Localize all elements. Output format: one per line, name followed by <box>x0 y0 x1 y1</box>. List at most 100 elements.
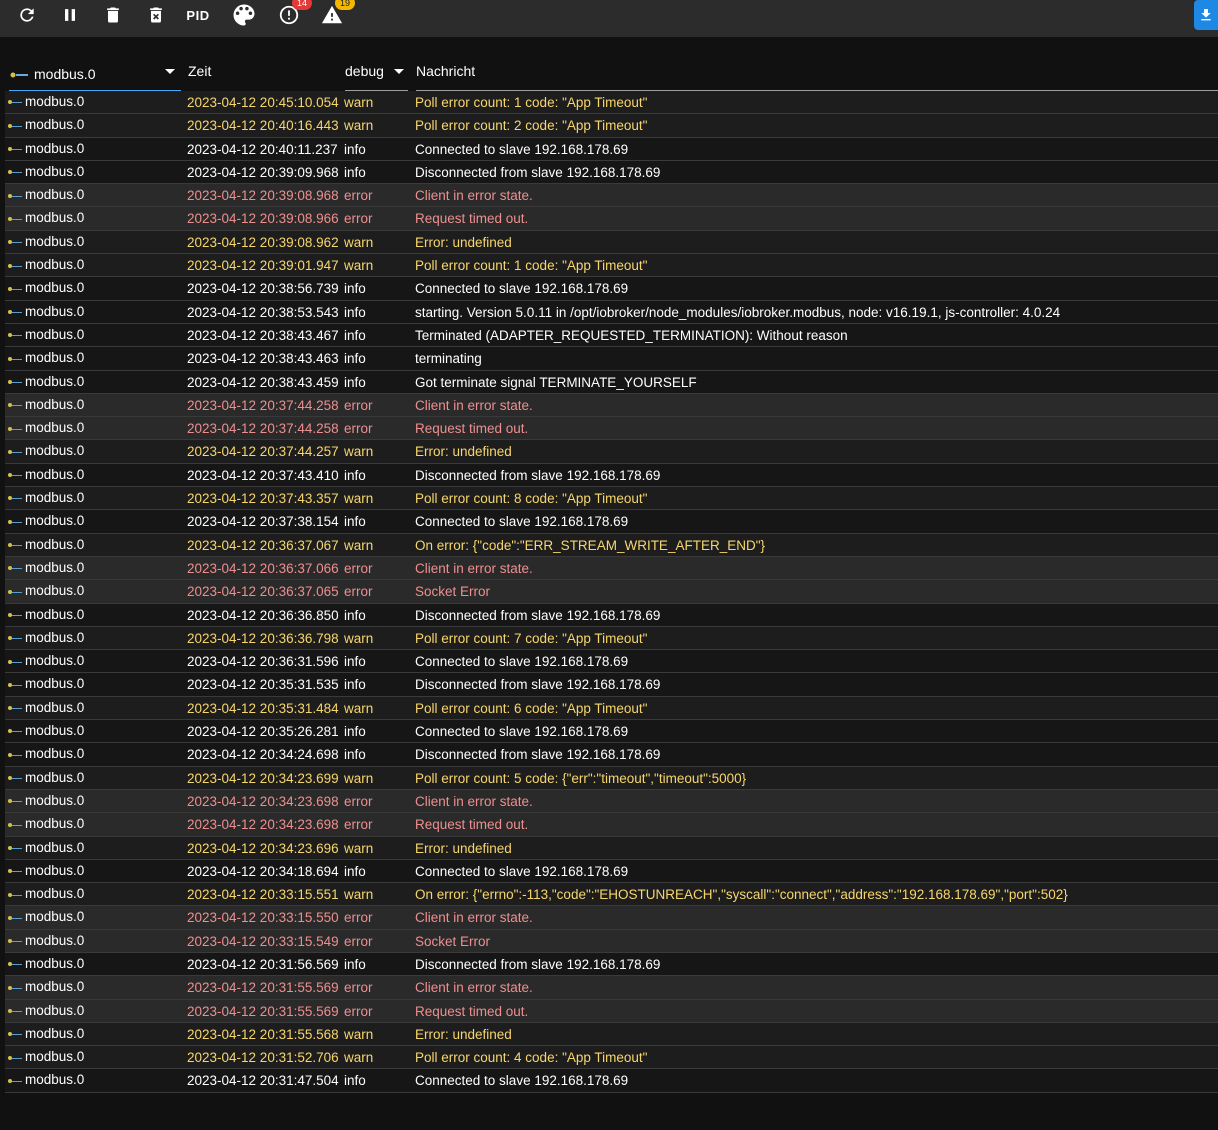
log-message: Terminated (ADAPTER_REQUESTED_TERMINATIO… <box>415 327 848 343</box>
refresh-icon[interactable] <box>14 2 40 28</box>
log-row[interactable]: modbus.0 2023-04-12 20:34:24.698 info Disco… <box>5 743 1218 767</box>
delete-forever-icon[interactable] <box>143 2 169 28</box>
log-severity: info <box>344 654 366 670</box>
log-row[interactable]: modbus.0 2023-04-12 20:34:23.699 warn Poll … <box>5 766 1218 790</box>
pause-icon[interactable] <box>57 2 83 28</box>
log-message: Client in error state. <box>415 793 533 809</box>
log-row[interactable]: modbus.0 2023-04-12 20:36:37.066 error Clie… <box>5 556 1218 581</box>
log-message: Disconnected from slave 192.168.178.69 <box>415 607 661 623</box>
log-severity: error <box>344 421 373 437</box>
log-row[interactable]: modbus.0 2023-04-12 20:38:43.467 info Termi… <box>5 323 1218 348</box>
log-source-label: modbus.0 <box>25 909 85 925</box>
log-time: 2023-04-12 20:37:44.257 <box>187 444 339 460</box>
delete-icon[interactable] <box>100 2 126 28</box>
log-message: Poll error count: 5 code: {"err":"timeou… <box>415 770 747 786</box>
error-filter-button[interactable]: 14 <box>276 0 312 28</box>
log-row[interactable]: modbus.0 2023-04-12 20:33:15.551 warn On er… <box>5 883 1218 907</box>
log-time: 2023-04-12 20:33:15.549 <box>187 933 339 949</box>
warning-filter-button[interactable]: 19 <box>319 0 355 28</box>
log-row[interactable]: modbus.0 2023-04-12 20:35:26.281 info Conne… <box>5 720 1218 744</box>
log-row[interactable]: modbus.0 2023-04-12 20:35:31.535 info Disco… <box>5 673 1218 697</box>
adapter-icon <box>8 752 22 758</box>
log-row[interactable]: modbus.0 2023-04-12 20:37:44.258 error Clie… <box>5 393 1218 418</box>
chevron-down-icon <box>165 69 175 74</box>
log-row[interactable]: modbus.0 2023-04-12 20:31:55.568 warn Error… <box>5 1022 1218 1047</box>
log-row[interactable]: modbus.0 2023-04-12 20:45:10.054 warn Poll … <box>5 91 1218 115</box>
log-row[interactable]: modbus.0 2023-04-12 20:36:31.596 info Conne… <box>5 650 1218 674</box>
log-row[interactable]: modbus.0 2023-04-12 20:37:38.154 info Conne… <box>5 510 1218 534</box>
adapter-logo-icon <box>10 65 28 78</box>
log-time: 2023-04-12 20:37:43.410 <box>187 467 339 483</box>
log-row[interactable]: modbus.0 2023-04-12 20:39:01.947 warn Poll … <box>5 254 1218 278</box>
log-source: modbus.0 <box>8 324 183 347</box>
log-time: 2023-04-12 20:33:15.551 <box>187 887 339 903</box>
log-row[interactable]: modbus.0 2023-04-12 20:39:08.968 error Clie… <box>5 184 1218 208</box>
log-row[interactable]: modbus.0 2023-04-12 20:36:37.065 error Sock… <box>5 580 1218 604</box>
log-row[interactable]: modbus.0 2023-04-12 20:34:23.698 error Requ… <box>5 813 1218 837</box>
log-row[interactable]: modbus.0 2023-04-12 20:39:08.962 warn Error… <box>5 230 1218 255</box>
log-severity: info <box>344 1073 366 1089</box>
log-severity: warn <box>344 840 374 856</box>
log-row[interactable]: modbus.0 2023-04-12 20:36:37.067 warn On er… <box>5 533 1218 557</box>
log-source-label: modbus.0 <box>25 396 85 412</box>
log-row[interactable]: modbus.0 2023-04-12 20:38:53.543 info start… <box>5 300 1218 324</box>
log-time: 2023-04-12 20:34:23.696 <box>187 840 339 856</box>
log-row[interactable]: modbus.0 2023-04-12 20:34:18.694 info Conne… <box>5 859 1218 884</box>
log-row[interactable]: modbus.0 2023-04-12 20:40:11.237 info Conne… <box>5 137 1218 161</box>
log-source: modbus.0 <box>8 1000 183 1023</box>
log-message: Poll error count: 1 code: "App Timeout" <box>415 258 648 274</box>
log-severity: warn <box>344 95 374 110</box>
log-row[interactable]: modbus.0 2023-04-12 20:35:31.484 warn Poll … <box>5 696 1218 721</box>
log-row[interactable]: modbus.0 2023-04-12 20:34:23.696 warn Error… <box>5 836 1218 860</box>
adapter-icon <box>8 728 22 734</box>
log-row[interactable]: modbus.0 2023-04-12 20:38:56.739 info Conne… <box>5 277 1218 301</box>
log-row[interactable]: modbus.0 2023-04-12 20:38:43.459 info Got t… <box>5 370 1218 394</box>
log-source-label: modbus.0 <box>25 979 85 995</box>
log-source-label: modbus.0 <box>25 443 85 459</box>
pid-button[interactable]: PID <box>184 2 212 28</box>
log-row[interactable]: modbus.0 2023-04-12 20:33:15.549 error Sock… <box>5 929 1218 953</box>
log-row[interactable]: modbus.0 2023-04-12 20:37:44.258 error Requ… <box>5 417 1218 441</box>
log-row[interactable]: modbus.0 2023-04-12 20:37:44.257 warn Error… <box>5 440 1218 464</box>
log-time: 2023-04-12 20:39:08.966 <box>187 211 339 227</box>
log-row[interactable]: modbus.0 2023-04-12 20:40:16.443 warn Poll … <box>5 114 1218 138</box>
log-source: modbus.0 <box>8 837 183 860</box>
palette-icon[interactable] <box>229 2 259 28</box>
log-message: Poll error count: 4 code: "App Timeout" <box>415 1050 648 1066</box>
log-message: Request timed out. <box>415 1003 529 1019</box>
log-source-label: modbus.0 <box>25 280 85 296</box>
log-source-label: modbus.0 <box>25 233 85 249</box>
log-source: modbus.0 <box>8 254 183 277</box>
log-row[interactable]: modbus.0 2023-04-12 20:36:36.850 info Disco… <box>5 603 1218 627</box>
log-row[interactable]: modbus.0 2023-04-12 20:36:36.798 warn Poll … <box>5 626 1218 651</box>
log-message: Request timed out. <box>415 211 529 227</box>
log-row[interactable]: modbus.0 2023-04-12 20:31:56.569 info Disco… <box>5 952 1218 977</box>
severity-filter-select[interactable]: debug <box>345 52 408 91</box>
log-row[interactable]: modbus.0 2023-04-12 20:39:08.966 error Requ… <box>5 207 1218 231</box>
log-time: 2023-04-12 20:40:11.237 <box>187 141 338 157</box>
log-time: 2023-04-12 20:36:37.067 <box>187 537 339 553</box>
log-row[interactable]: modbus.0 2023-04-12 20:37:43.410 info Disco… <box>5 463 1218 488</box>
log-row[interactable]: modbus.0 2023-04-12 20:31:55.569 error Requ… <box>5 999 1218 1023</box>
source-filter-select[interactable]: modbus.0 <box>9 52 181 92</box>
source-filter-value: modbus.0 <box>34 66 96 82</box>
log-row[interactable]: modbus.0 2023-04-12 20:34:23.698 error Clie… <box>5 789 1218 814</box>
download-button[interactable] <box>1194 0 1218 30</box>
log-row[interactable]: modbus.0 2023-04-12 20:38:43.463 info termi… <box>5 347 1218 371</box>
log-source-label: modbus.0 <box>25 140 85 156</box>
log-row[interactable]: modbus.0 2023-04-12 20:31:52.706 warn Poll … <box>5 1046 1218 1070</box>
error-count-badge: 14 <box>292 0 312 10</box>
adapter-icon <box>8 705 22 711</box>
log-severity: info <box>344 724 366 740</box>
adapter-icon <box>8 1008 22 1014</box>
log-row[interactable]: modbus.0 2023-04-12 20:31:47.504 info Conne… <box>5 1069 1218 1093</box>
log-source-label: modbus.0 <box>25 257 85 273</box>
log-row[interactable]: modbus.0 2023-04-12 20:37:43.357 warn Poll … <box>5 487 1218 511</box>
log-row[interactable]: modbus.0 2023-04-12 20:31:55.569 error Clie… <box>5 976 1218 1000</box>
log-time: 2023-04-12 20:36:36.798 <box>187 630 339 646</box>
log-time: 2023-04-12 20:38:43.467 <box>187 327 339 343</box>
log-row[interactable]: modbus.0 2023-04-12 20:39:09.968 info Disco… <box>5 160 1218 185</box>
log-row[interactable]: modbus.0 2023-04-12 20:33:15.550 error Clie… <box>5 906 1218 930</box>
log-severity: warn <box>344 887 374 903</box>
log-severity: error <box>344 793 373 809</box>
